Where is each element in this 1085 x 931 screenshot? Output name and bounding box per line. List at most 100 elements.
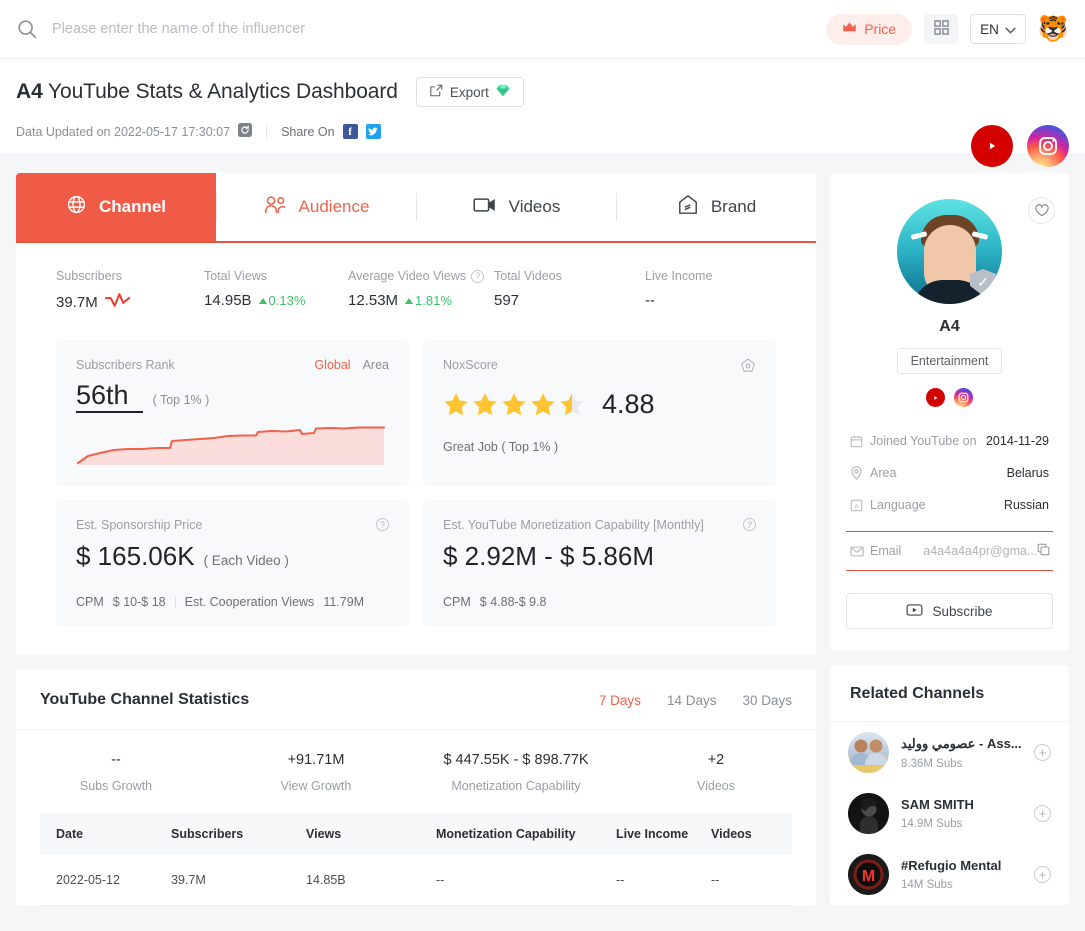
language-label: EN [980,21,999,37]
range-14-days[interactable]: 14 Days [667,693,717,708]
favorite-button[interactable] [1028,197,1055,224]
instagram-icon[interactable] [954,388,973,407]
arrow-up-icon [258,297,267,304]
rank-scope-area[interactable]: Area [363,358,389,372]
avatar: M [848,854,889,895]
help-icon[interactable]: ? [743,518,756,531]
list-item[interactable]: SAM SMITH 14.9M Subs + [830,783,1069,844]
gem-icon [496,84,510,100]
price-button[interactable]: Price [826,13,913,45]
sponsorship-details: CPM $ 10-$ 18 Est. Cooperation Views 11.… [76,595,389,609]
star-icon [444,393,468,416]
stat-label: Live Income [645,269,713,283]
card-header: Est. Sponsorship Price ? [76,518,389,532]
related-channels-card: Related Channels عصومي ووليد - Ass... 8.… [830,665,1069,905]
top-bar-actions: Price EN 🐯 [826,13,1069,45]
divider [174,596,176,608]
column-monetization: Monetization Capability [420,813,600,855]
statistics-header: YouTube Channel Statistics 7 Days 14 Day… [16,669,816,730]
add-channel-button[interactable]: + [1034,866,1051,883]
list-item[interactable]: عصومي ووليد - Ass... 8.36M Subs + [830,722,1069,783]
video-camera-icon [473,196,497,219]
brand-tag-icon [677,194,699,220]
help-icon[interactable]: ? [376,518,389,531]
refresh-icon[interactable] [238,123,253,140]
column-videos: Videos [695,813,792,855]
facebook-share-icon[interactable]: f [342,124,358,139]
youtube-play-icon [906,603,923,619]
monetization-value: $ 2.92M - $ 5.86M [443,541,654,571]
twitter-share-icon[interactable] [365,124,381,139]
growth-value: +91.71M [287,752,345,768]
youtube-icon[interactable] [926,388,945,407]
add-channel-button[interactable]: + [1034,805,1051,822]
language-icon: A [850,499,870,512]
divider [266,125,268,138]
search-input[interactable] [52,21,532,37]
related-channel-subs: 14M Subs [901,879,953,891]
growth-views: +91.71M View Growth [216,752,416,793]
noxscore-badge-icon[interactable] [740,358,756,379]
data-updated-text: Data Updated on 2022-05-17 17:30:07 [16,124,231,139]
price-label: Price [864,21,897,37]
stat-value-wrap: 14.95B 0.13% [204,292,348,309]
stat-label-text: Average Video Views [348,269,467,283]
subscribe-button[interactable]: Subscribe [846,593,1053,629]
grid-view-button[interactable] [924,14,959,44]
stat-value: 12.53M [348,292,399,309]
profile-name: A4 [939,318,960,335]
rank-scope-global[interactable]: Global [314,358,350,372]
range-7-days[interactable]: 7 Days [599,693,641,708]
profile-category-tag: Entertainment [896,348,1003,374]
list-item-text: SAM SMITH 14.9M Subs [901,797,1022,830]
range-30-days[interactable]: 30 Days [742,693,792,708]
stat-live-income: Live Income -- [645,269,712,312]
subscribers-rank-card: Subscribers Rank Global Area 56th ( Top … [56,340,409,486]
stat-value-wrap: 12.53M 1.81% [348,292,494,309]
info-language: A Language Russian [846,489,1053,521]
main-content: Channel Audience Videos Brand Subscriber… [0,155,1085,906]
growth-label: Subs Growth [79,779,153,793]
stat-delta: 0.13% [258,293,305,308]
title-row: A4 YouTube Stats & Analytics Dashboard E… [16,77,1069,107]
info-label: Area [870,466,897,480]
tab-channel-label: Channel [98,197,167,216]
help-icon[interactable]: ? [471,269,485,283]
youtube-icon[interactable] [971,125,1013,189]
coop-views-label: Est. Cooperation Views [184,595,315,609]
growth-summary-row: -- Subs Growth +91.71M View Growth $ 447… [16,730,816,813]
user-avatar[interactable]: 🐯 [1038,16,1069,42]
svg-text:M: M [862,868,875,885]
sponsorship-value: $ 165.06K [76,541,195,571]
add-channel-button[interactable]: + [1034,744,1051,761]
growth-value: $ 447.55K - $ 898.77K [443,752,589,768]
export-button[interactable]: Export [415,77,524,107]
cell-videos: -- [695,855,792,906]
card-title: NoxScore [443,358,498,372]
date-range-tabs: 7 Days 14 Days 30 Days [599,693,792,708]
copy-icon[interactable] [1037,543,1050,559]
stat-value: 14.95B [204,292,252,309]
avatar [848,793,889,834]
tab-channel[interactable]: Channel [16,173,216,241]
sponsorship-price-card: Est. Sponsorship Price ? $ 165.06K ( Eac… [56,500,409,627]
card-title: Subscribers Rank [76,358,175,372]
tab-audience[interactable]: Audience [217,173,416,241]
language-selector[interactable]: EN [970,14,1026,44]
instagram-icon[interactable] [1027,125,1069,167]
list-item[interactable]: M #Refugio Mental 14M Subs + [830,844,1069,905]
star-icon [502,393,526,416]
related-channel-name: SAM SMITH [901,797,974,812]
right-sidebar: ✓ A4 Entertainment Joined YouTube on 201… [830,173,1069,905]
info-label: Joined YouTube on [870,434,977,448]
search-icon[interactable] [16,18,38,40]
platform-switcher [971,125,1069,189]
growth-label: Monetization Capability [451,779,581,793]
related-channel-subs: 8.36M Subs [901,757,963,770]
tab-brand[interactable]: Brand [617,173,816,241]
tab-videos[interactable]: Videos [417,173,616,241]
card-title: Est. YouTube Monetization Capability [Mo… [443,518,704,532]
stat-value: -- [645,292,655,309]
email-label: Email [870,544,902,558]
page-title: A4 YouTube Stats & Analytics Dashboard [16,80,398,104]
